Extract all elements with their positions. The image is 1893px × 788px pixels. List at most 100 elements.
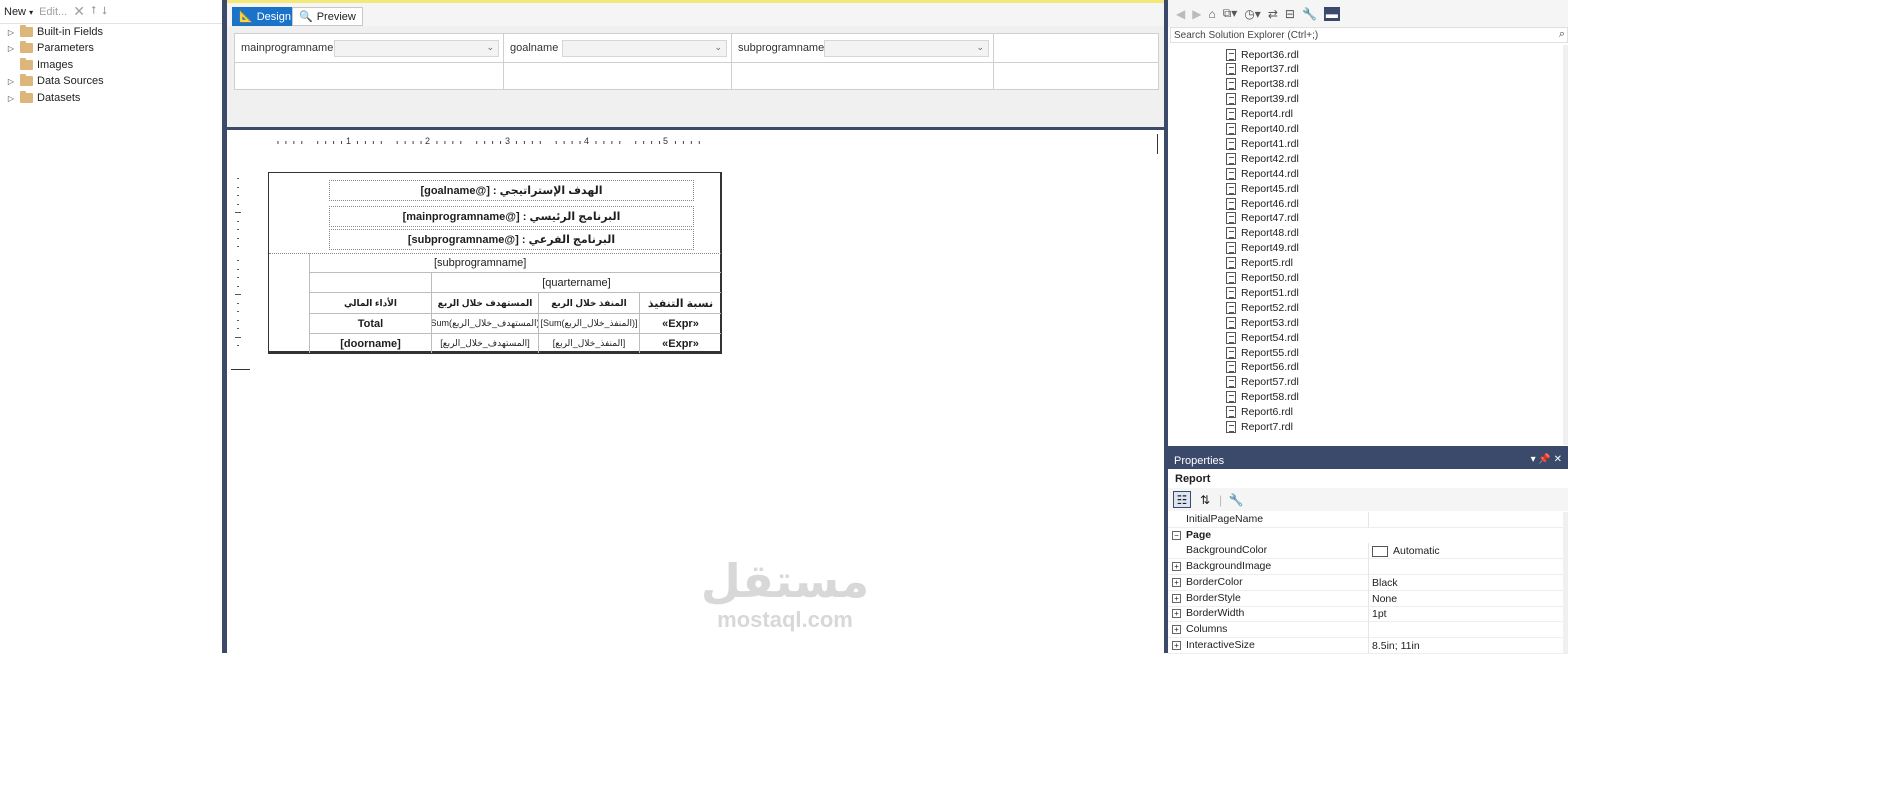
property-value[interactable] <box>1368 621 1564 638</box>
tree-item[interactable]: Images <box>6 57 73 73</box>
property-row[interactable]: + BorderWidth 1pt <box>1168 606 1568 623</box>
solution-file-item[interactable]: Report41.rdl <box>1226 136 1299 151</box>
solution-file-item[interactable]: Report7.rdl <box>1226 420 1293 435</box>
solution-file-item[interactable]: Report49.rdl <box>1226 241 1299 256</box>
expand-icon[interactable]: + <box>1172 593 1181 603</box>
solution-file-item[interactable]: Report37.rdl <box>1226 62 1299 77</box>
property-row[interactable]: + InteractiveSize 8.5in; 11in <box>1168 637 1568 654</box>
goal-header-textbox[interactable]: الهدف الإستراتيجي : [@goalname] <box>329 180 694 201</box>
solution-file-item[interactable]: Report38.rdl <box>1226 77 1299 92</box>
detail-target-cell[interactable]: [المستهدف_خلال_الربع] <box>432 334 539 353</box>
alphabetical-icon[interactable]: ⇅ <box>1196 491 1214 508</box>
tablix-corner-cell[interactable] <box>310 253 432 273</box>
property-row[interactable]: + BorderStyle None <box>1168 590 1568 607</box>
subprogram-group-cell[interactable]: [subprogramname] <box>432 253 721 273</box>
detail-expr-cell[interactable]: «Expr» <box>640 334 721 353</box>
solution-file-item[interactable]: Report57.rdl <box>1226 375 1299 390</box>
property-pages-icon[interactable]: 🔧 <box>1227 491 1245 508</box>
detail-done-cell[interactable]: [المنفذ_خلال_الربع] <box>539 334 640 353</box>
pin-icon[interactable]: 📌 <box>1538 454 1550 465</box>
preview-selected-icon[interactable]: ▬ <box>1323 6 1340 21</box>
edit-button[interactable]: Edit... <box>39 6 67 18</box>
solution-file-item[interactable]: Report48.rdl <box>1226 226 1299 241</box>
home-icon[interactable]: ⌂ <box>1208 7 1215 21</box>
param-select-goalname[interactable]: ⌄ <box>562 40 727 57</box>
expand-arrow-icon[interactable]: ▷ <box>6 77 16 86</box>
expand-arrow-icon[interactable]: ▷ <box>6 94 16 103</box>
solution-file-item[interactable]: Report36.rdl <box>1226 47 1299 62</box>
properties-wrench-icon[interactable]: 🔧 <box>1302 7 1317 21</box>
property-value[interactable]: Automatic <box>1368 543 1564 560</box>
solution-explorer-scrollbar[interactable] <box>1563 45 1568 445</box>
property-row[interactable]: + BorderColor Black <box>1168 574 1568 591</box>
total-label-cell[interactable]: Total <box>310 314 432 334</box>
sync-icon[interactable]: ⇄ <box>1268 7 1278 21</box>
property-row[interactable]: + BackgroundImage <box>1168 559 1568 576</box>
tab-preview[interactable]: 🔍 Preview <box>292 7 363 26</box>
property-value[interactable]: 1pt <box>1368 606 1564 623</box>
total-target-cell[interactable]: [Sum(المستهدف_خلال_الربع)] <box>432 314 539 334</box>
tree-item[interactable]: ▷ Parameters <box>6 40 94 56</box>
property-value[interactable] <box>1368 512 1564 528</box>
total-expr-cell[interactable]: «Expr» <box>640 314 721 334</box>
expand-icon[interactable]: + <box>1172 640 1181 650</box>
subprogram-header-textbox[interactable]: البرنامج الفرعي : [@subprogramname] <box>329 229 694 250</box>
header-target-cell[interactable]: المستهدف خلال الربع <box>432 293 539 314</box>
switch-views-icon[interactable]: ⧉▾ <box>1223 6 1238 21</box>
delete-icon[interactable]: ✕ <box>73 3 85 20</box>
param-select-mainprogramname[interactable]: ⌄ <box>334 40 499 57</box>
header-done-cell[interactable]: المنفذ خلال الربع <box>539 293 640 314</box>
solution-file-item[interactable]: Report46.rdl <box>1226 196 1299 211</box>
mainprogram-header-textbox[interactable]: البرنامج الرئيسي : [@mainprogramname] <box>329 206 694 227</box>
collapse-icon[interactable]: − <box>1172 530 1181 540</box>
tab-design[interactable]: 📐 Design <box>232 7 298 26</box>
expand-arrow-icon[interactable]: ▷ <box>6 28 16 37</box>
report-canvas[interactable]: الهدف الإستراتيجي : [@goalname] البرنامج… <box>268 172 722 354</box>
close-icon[interactable]: ✕ <box>1554 454 1562 465</box>
tree-item[interactable]: ▷ Built-in Fields <box>6 24 103 40</box>
solution-file-item[interactable]: Report6.rdl <box>1226 405 1293 420</box>
new-button[interactable]: New ▾ <box>4 6 33 18</box>
solution-file-item[interactable]: Report42.rdl <box>1226 151 1299 166</box>
property-row[interactable]: BackgroundColor Automatic <box>1168 543 1568 560</box>
expand-icon[interactable]: + <box>1172 609 1181 619</box>
solution-file-item[interactable]: Report40.rdl <box>1226 122 1299 137</box>
solution-file-item[interactable]: Report39.rdl <box>1226 92 1299 107</box>
solution-file-item[interactable]: Report44.rdl <box>1226 166 1299 181</box>
forward-icon[interactable]: ▶ <box>1192 7 1201 21</box>
back-icon[interactable]: ◀ <box>1176 7 1185 21</box>
solution-file-item[interactable]: Report54.rdl <box>1226 330 1299 345</box>
header-financial-cell[interactable]: الأداء المالي <box>310 293 432 314</box>
solution-file-item[interactable]: Report55.rdl <box>1226 345 1299 360</box>
tree-item[interactable]: ▷ Data Sources <box>6 73 104 89</box>
property-value[interactable]: 8.5in; 11in <box>1368 637 1564 654</box>
quarter-group-cell[interactable]: [quartername] <box>432 273 721 293</box>
solution-file-item[interactable]: Report53.rdl <box>1226 315 1299 330</box>
solution-file-item[interactable]: Report56.rdl <box>1226 360 1299 375</box>
property-row[interactable]: + Columns <box>1168 621 1568 638</box>
dropdown-icon[interactable]: ▾ <box>1531 454 1536 465</box>
expand-icon[interactable]: + <box>1172 577 1181 587</box>
property-value[interactable]: None <box>1368 590 1564 607</box>
move-down-icon[interactable]: ⭣ <box>102 5 107 18</box>
expand-icon[interactable]: + <box>1172 624 1181 634</box>
solution-file-item[interactable]: Report58.rdl <box>1226 390 1299 405</box>
solution-file-item[interactable]: Report52.rdl <box>1226 300 1299 315</box>
property-value[interactable] <box>1368 559 1564 576</box>
solution-file-item[interactable]: Report47.rdl <box>1226 211 1299 226</box>
header-ratio-cell[interactable]: نسبة التنفيذ <box>640 293 721 314</box>
total-done-cell[interactable]: [Sum(المنفذ_خلال_الربع)] <box>539 314 640 334</box>
param-select-subprogramname[interactable]: ⌄ <box>824 40 989 57</box>
solution-file-item[interactable]: Report5.rdl <box>1226 256 1293 271</box>
properties-scrollbar[interactable] <box>1563 512 1568 653</box>
property-category[interactable]: − Page <box>1168 528 1568 544</box>
property-row[interactable]: InitialPageName <box>1168 512 1568 528</box>
tree-item[interactable]: ▷ Datasets <box>6 90 80 106</box>
properties-object-selector[interactable]: Report <box>1168 470 1568 488</box>
solution-file-item[interactable]: Report51.rdl <box>1226 285 1299 300</box>
categorized-icon[interactable]: ☷ <box>1173 491 1191 508</box>
pending-changes-icon[interactable]: ◷▾ <box>1244 7 1261 21</box>
expand-icon[interactable]: + <box>1172 562 1181 572</box>
solution-file-item[interactable]: Report45.rdl <box>1226 181 1299 196</box>
move-up-icon[interactable]: ⭡ <box>91 5 96 18</box>
